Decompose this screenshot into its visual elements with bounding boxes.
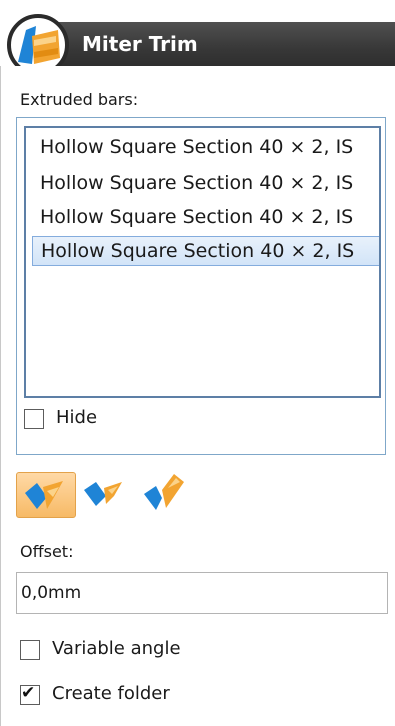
list-item[interactable]: Hollow Square Section 40 × 2, IS — [32, 168, 379, 198]
hide-label[interactable]: Hide — [56, 407, 97, 428]
list-item-selected[interactable]: Hollow Square Section 40 × 2, IS — [32, 236, 379, 266]
miter-left-icon — [84, 482, 122, 506]
create-folder-checkbox[interactable]: ✔ — [20, 683, 40, 705]
variable-angle-checkbox[interactable] — [20, 640, 40, 660]
offset-input[interactable]: 0,0mm — [16, 572, 388, 614]
miter-right-button[interactable] — [138, 470, 192, 516]
offset-label: Offset: — [20, 542, 74, 561]
variable-angle-label[interactable]: Variable angle — [52, 638, 181, 659]
list-item[interactable]: Hollow Square Section 40 × 2, IS — [32, 202, 379, 232]
create-folder-label[interactable]: Create folder — [52, 683, 170, 704]
extruded-bars-list[interactable]: Hollow Square Section 40 × 2, IS Hollow … — [24, 126, 381, 398]
window-title: Miter Trim — [82, 32, 198, 56]
hide-checkbox[interactable] — [24, 409, 44, 429]
miter-left-button[interactable] — [80, 472, 130, 518]
extruded-bars-label: Extruded bars: — [20, 90, 139, 109]
miter-both-icon — [25, 481, 63, 509]
checkmark-icon: ✔ — [21, 683, 36, 703]
miter-both-button[interactable] — [16, 472, 76, 518]
list-item[interactable]: Hollow Square Section 40 × 2, IS — [32, 132, 379, 162]
miter-right-icon — [144, 474, 184, 510]
